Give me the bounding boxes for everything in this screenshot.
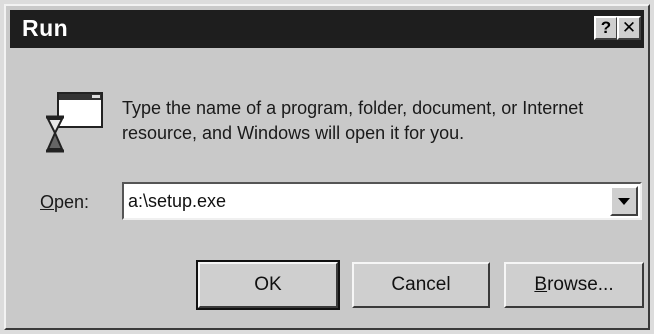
- browse-button[interactable]: Browse...: [504, 262, 644, 308]
- run-program-icon: [46, 92, 103, 153]
- browse-mnemonic: B: [534, 274, 548, 295]
- open-combobox[interactable]: [122, 182, 642, 220]
- open-label-rest: pen:: [54, 192, 90, 212]
- cancel-button[interactable]: Cancel: [352, 262, 490, 308]
- window-title: Run: [22, 15, 69, 41]
- ok-button[interactable]: OK: [196, 260, 340, 310]
- instructions-text: Type the name of a program, folder, docu…: [122, 98, 584, 143]
- chevron-down-icon: [618, 198, 630, 205]
- title-bar[interactable]: Run ? ✕: [10, 10, 644, 48]
- open-label-mnemonic: O: [40, 192, 55, 212]
- browse-label-rest: rowse...: [547, 274, 614, 295]
- help-icon[interactable]: ?: [594, 16, 618, 40]
- open-label: Open:: [40, 192, 89, 213]
- open-input[interactable]: [128, 188, 606, 214]
- run-dialog: Run ? ✕ Type the name of a program, fold…: [4, 4, 650, 330]
- dropdown-button[interactable]: [610, 186, 638, 216]
- close-icon[interactable]: ✕: [617, 16, 641, 40]
